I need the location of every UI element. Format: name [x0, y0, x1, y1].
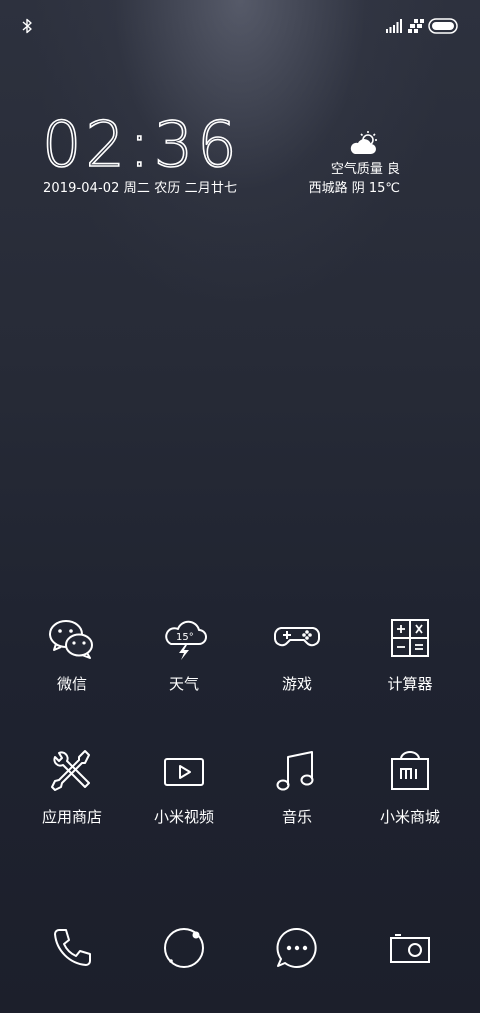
- weather-app-icon: 15°: [165, 620, 207, 660]
- app-mi-store[interactable]: 小米商城: [354, 747, 466, 826]
- tools-icon: [51, 750, 90, 791]
- phone-icon: [54, 929, 91, 966]
- weather-location[interactable]: 西城路 阴 15℃: [309, 177, 400, 196]
- app-games[interactable]: 游戏: [241, 614, 353, 693]
- app-music[interactable]: 音乐: [241, 747, 353, 826]
- clock-time[interactable]: 02:36: [42, 112, 242, 174]
- app-label: 计算器: [387, 675, 433, 693]
- gamepad-icon: [273, 627, 321, 647]
- dock-browser[interactable]: [128, 925, 240, 971]
- app-label: 小米视频: [153, 808, 214, 826]
- signal-icon: [386, 19, 402, 33]
- app-mi-video[interactable]: 小米视频: [128, 747, 240, 826]
- dock-camera[interactable]: [354, 925, 466, 971]
- app-label: 游戏: [281, 675, 312, 693]
- clock-date: 2019-04-02 周二 农历 二月廿七: [43, 181, 238, 196]
- app-label: 微信: [56, 675, 87, 693]
- app-weather[interactable]: 15° 天气: [128, 614, 240, 693]
- app-app-store[interactable]: 应用商店: [16, 747, 128, 826]
- app-label: 小米商城: [379, 808, 440, 826]
- mi-store-icon: [391, 751, 429, 790]
- camera-icon: [390, 934, 430, 963]
- air-quality[interactable]: 空气质量 良: [331, 158, 400, 177]
- wechat-icon: [49, 620, 93, 659]
- dock-phone[interactable]: [16, 925, 128, 971]
- calculator-icon: [391, 619, 429, 657]
- video-play-icon: [164, 758, 204, 786]
- bluetooth-icon: [22, 18, 32, 34]
- browser-orbit-icon: [164, 928, 204, 968]
- app-label: 天气: [168, 675, 199, 693]
- svg-text:15°: 15°: [176, 632, 194, 643]
- app-calculator[interactable]: 计算器: [354, 614, 466, 693]
- partly-cloudy-icon[interactable]: [349, 130, 379, 156]
- svg-text:02:36: 02:36: [42, 112, 241, 174]
- music-note-icon: [276, 751, 314, 791]
- battery-icon: [428, 18, 458, 34]
- app-wechat[interactable]: 微信: [16, 614, 128, 693]
- network-icon: [408, 19, 424, 33]
- app-label: 应用商店: [41, 808, 102, 826]
- status-bar: [0, 0, 480, 52]
- dock-messages[interactable]: [241, 925, 353, 971]
- app-label: 音乐: [281, 808, 312, 826]
- messages-icon: [276, 927, 317, 968]
